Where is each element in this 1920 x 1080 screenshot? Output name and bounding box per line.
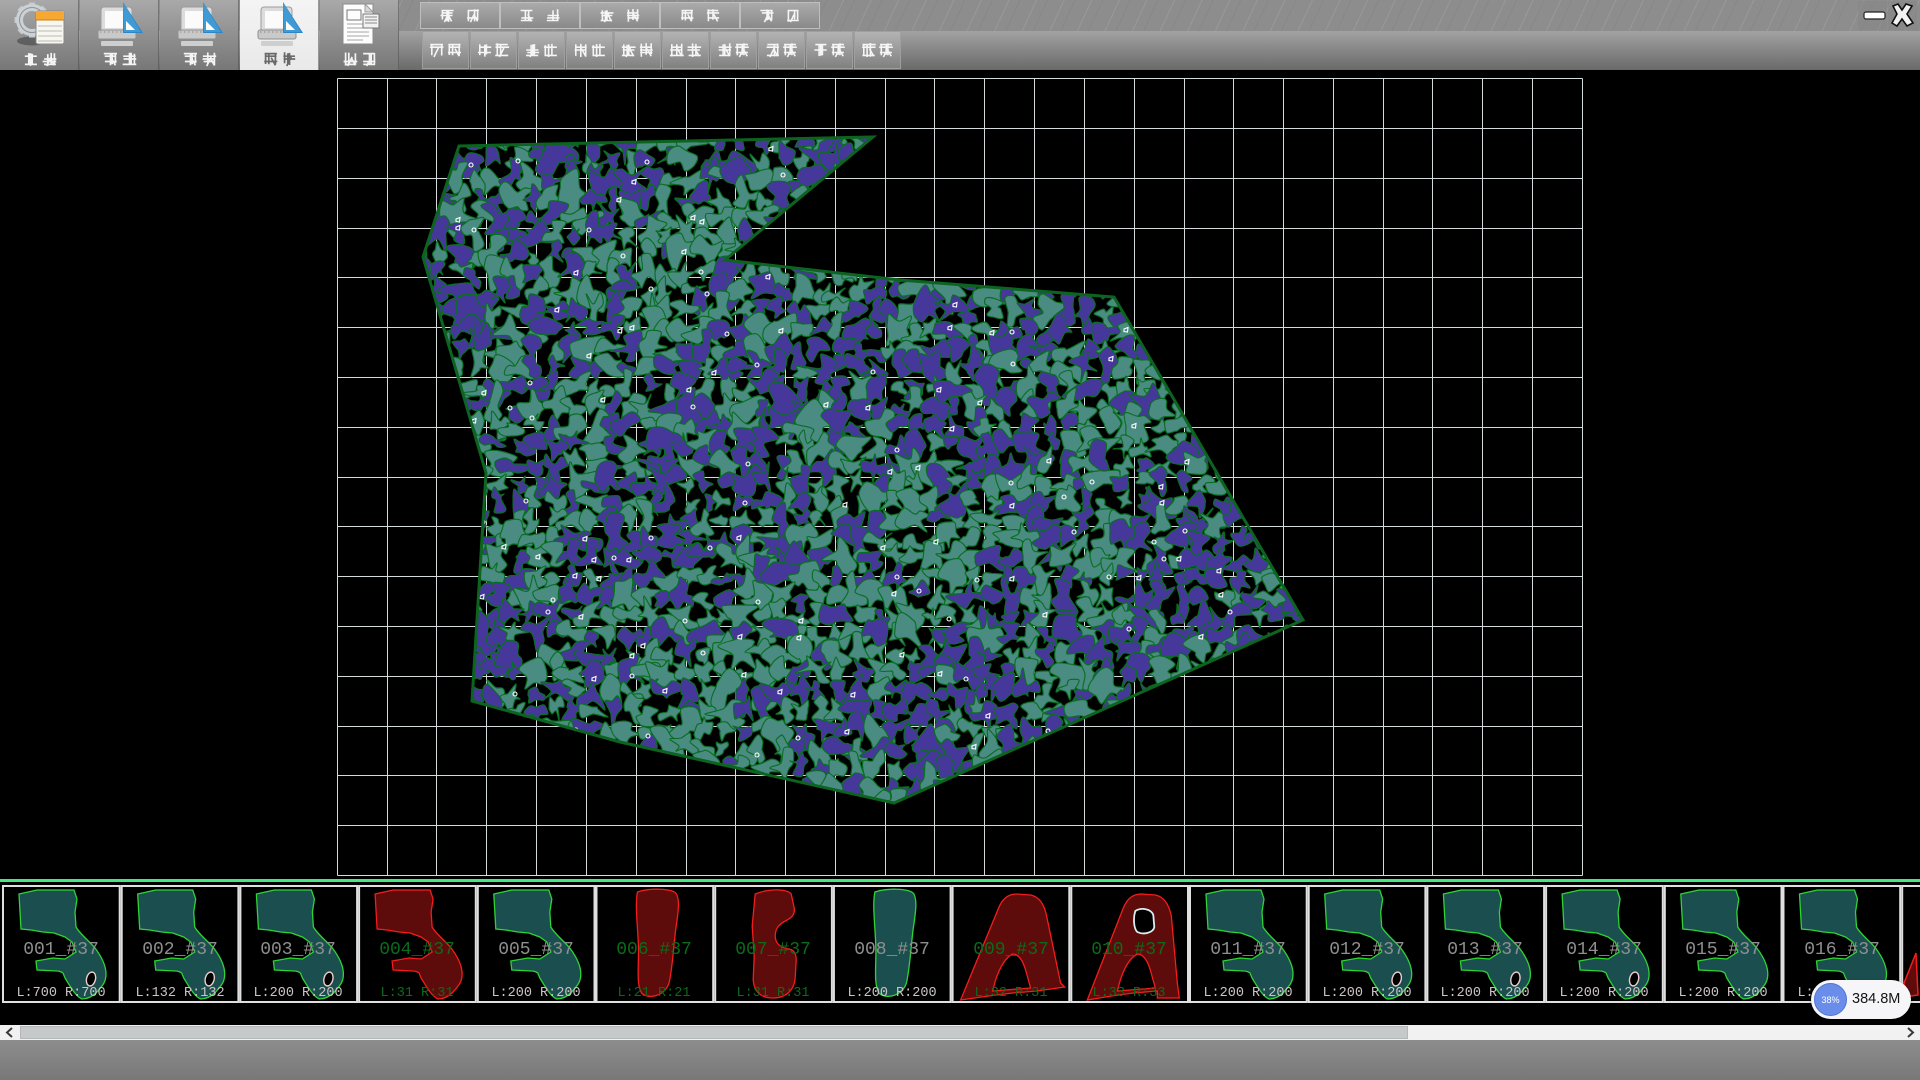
svg-text:008_#37: 008_#37 bbox=[854, 940, 930, 960]
svg-text:L:200 R:200: L:200 R:200 bbox=[1678, 986, 1767, 1001]
svg-text:L:200 R:200: L:200 R:200 bbox=[847, 986, 936, 1001]
svg-text:005_#37: 005_#37 bbox=[498, 940, 574, 960]
svg-text:013_#37: 013_#37 bbox=[1447, 940, 1523, 960]
svg-text:003_#37: 003_#37 bbox=[260, 940, 336, 960]
svg-text:L:200 R:200: L:200 R:200 bbox=[1322, 986, 1411, 1001]
svg-text:L:200 R:200: L:200 R:200 bbox=[1559, 986, 1648, 1001]
svg-text:014_#37: 014_#37 bbox=[1566, 940, 1642, 960]
svg-text:010_#37: 010_#37 bbox=[1091, 940, 1167, 960]
svg-text:L:132 R:132: L:132 R:132 bbox=[135, 986, 224, 1001]
svg-text:006_#37: 006_#37 bbox=[616, 940, 692, 960]
svg-text:L:32 R:31: L:32 R:31 bbox=[975, 986, 1048, 1001]
svg-text:004_#37: 004_#37 bbox=[379, 940, 455, 960]
svg-text:L:200 R:200: L:200 R:200 bbox=[1203, 986, 1292, 1001]
svg-text:007_#37: 007_#37 bbox=[735, 940, 811, 960]
svg-text:L:700 R:700: L:700 R:700 bbox=[16, 986, 105, 1001]
svg-text:009_#37: 009_#37 bbox=[973, 940, 1049, 960]
svg-text:001_#37: 001_#37 bbox=[23, 940, 99, 960]
svg-text:L:200 R:200: L:200 R:200 bbox=[491, 986, 580, 1001]
svg-text:L:33 R:33: L:33 R:33 bbox=[1093, 986, 1166, 1001]
svg-text:L:21 R:21: L:21 R:21 bbox=[618, 986, 691, 1001]
svg-text:002_#37: 002_#37 bbox=[142, 940, 218, 960]
svg-text:012_#37: 012_#37 bbox=[1329, 940, 1405, 960]
svg-text:011_#37: 011_#37 bbox=[1210, 940, 1286, 960]
svg-text:L:31 R:31: L:31 R:31 bbox=[381, 986, 454, 1001]
svg-text:015_#37: 015_#37 bbox=[1685, 940, 1761, 960]
svg-text:L:200 R:200: L:200 R:200 bbox=[1440, 986, 1529, 1001]
svg-text:016_#37: 016_#37 bbox=[1804, 940, 1880, 960]
svg-text:L:31 R:31: L:31 R:31 bbox=[737, 986, 810, 1001]
svg-text:L:200 R:200: L:200 R:200 bbox=[253, 986, 342, 1001]
